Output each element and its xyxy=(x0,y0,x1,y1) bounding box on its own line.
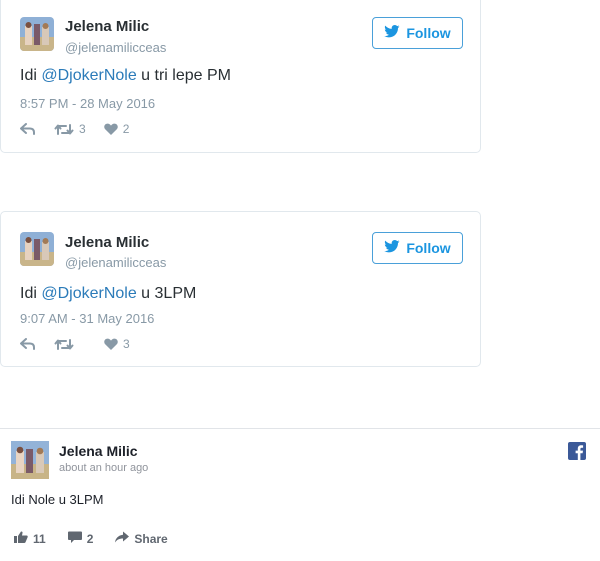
follow-button[interactable]: Follow xyxy=(372,17,463,49)
share-button[interactable]: Share xyxy=(115,531,168,546)
post-text: Idi Nole u 3LPM xyxy=(11,492,104,507)
comment-button[interactable]: 2 xyxy=(67,531,94,546)
retweet-icon xyxy=(54,123,74,136)
tweet-text: Idi @DjokerNole u tri lepe PM xyxy=(20,67,231,85)
mention-link[interactable]: @DjokerNole xyxy=(41,67,136,84)
tweet-card: Jelena Milic @jelenamilicceas Follow Idi… xyxy=(0,0,481,153)
tweet-text-before: Idi xyxy=(20,285,42,302)
post-actions: 11 2 Share xyxy=(14,531,190,546)
like-icon xyxy=(14,531,28,546)
tweet-text-before: Idi xyxy=(20,67,42,84)
avatar[interactable] xyxy=(20,232,54,266)
mention-link[interactable]: @DjokerNole xyxy=(41,285,136,302)
tweet-author-name[interactable]: Jelena Milic xyxy=(65,18,149,35)
like-button[interactable]: 11 xyxy=(14,531,46,546)
tweet-actions: 3 xyxy=(20,336,130,352)
like-button[interactable]: 3 xyxy=(104,337,130,351)
comment-icon xyxy=(67,531,82,546)
twitter-bird-icon xyxy=(384,25,400,41)
like-count: 3 xyxy=(123,337,130,351)
like-count: 2 xyxy=(122,122,130,136)
tweet-text: Idi @DjokerNole u 3LPM xyxy=(20,285,196,303)
retweet-icon xyxy=(54,338,74,351)
share-icon xyxy=(115,531,130,546)
like-button[interactable]: 2 xyxy=(103,122,130,136)
avatar[interactable] xyxy=(11,441,49,479)
tweet-text-after: u tri lepe PM xyxy=(136,67,231,84)
facebook-post: Jelena Milic about an hour ago Idi Nole … xyxy=(0,428,600,561)
retweet-button[interactable]: 3 xyxy=(54,122,86,136)
avatar[interactable] xyxy=(20,17,54,51)
tweet-card: Jelena Milic @jelenamilicceas Follow Idi… xyxy=(0,211,481,367)
tweet-author-handle[interactable]: @jelenamilicceas xyxy=(65,255,166,270)
tweet-actions: 3 2 xyxy=(20,121,129,137)
reply-button[interactable] xyxy=(20,123,36,135)
tweet-author-handle[interactable]: @jelenamilicceas xyxy=(65,40,166,55)
tweet-timestamp[interactable]: 8:57 PM - 28 May 2016 xyxy=(20,96,155,111)
reply-icon xyxy=(20,338,36,350)
follow-button[interactable]: Follow xyxy=(372,232,463,264)
reply-button[interactable] xyxy=(20,338,36,350)
like-count: 11 xyxy=(33,531,46,546)
follow-label: Follow xyxy=(406,240,451,256)
share-label: Share xyxy=(134,531,168,546)
heart-icon xyxy=(103,123,118,135)
tweet-timestamp[interactable]: 9:07 AM - 31 May 2016 xyxy=(20,311,154,326)
tweet-text-after: u 3LPM xyxy=(136,285,197,302)
retweet-button[interactable] xyxy=(54,338,79,351)
reply-icon xyxy=(20,123,36,135)
facebook-logo-icon[interactable] xyxy=(568,442,586,460)
heart-icon xyxy=(104,338,118,350)
post-timestamp[interactable]: about an hour ago xyxy=(59,462,148,474)
post-author-name[interactable]: Jelena Milic xyxy=(59,443,138,459)
comment-count: 2 xyxy=(86,531,94,546)
tweet-author-name[interactable]: Jelena Milic xyxy=(65,234,149,251)
retweet-count: 3 xyxy=(79,122,86,136)
follow-label: Follow xyxy=(406,25,451,41)
twitter-bird-icon xyxy=(384,240,400,256)
